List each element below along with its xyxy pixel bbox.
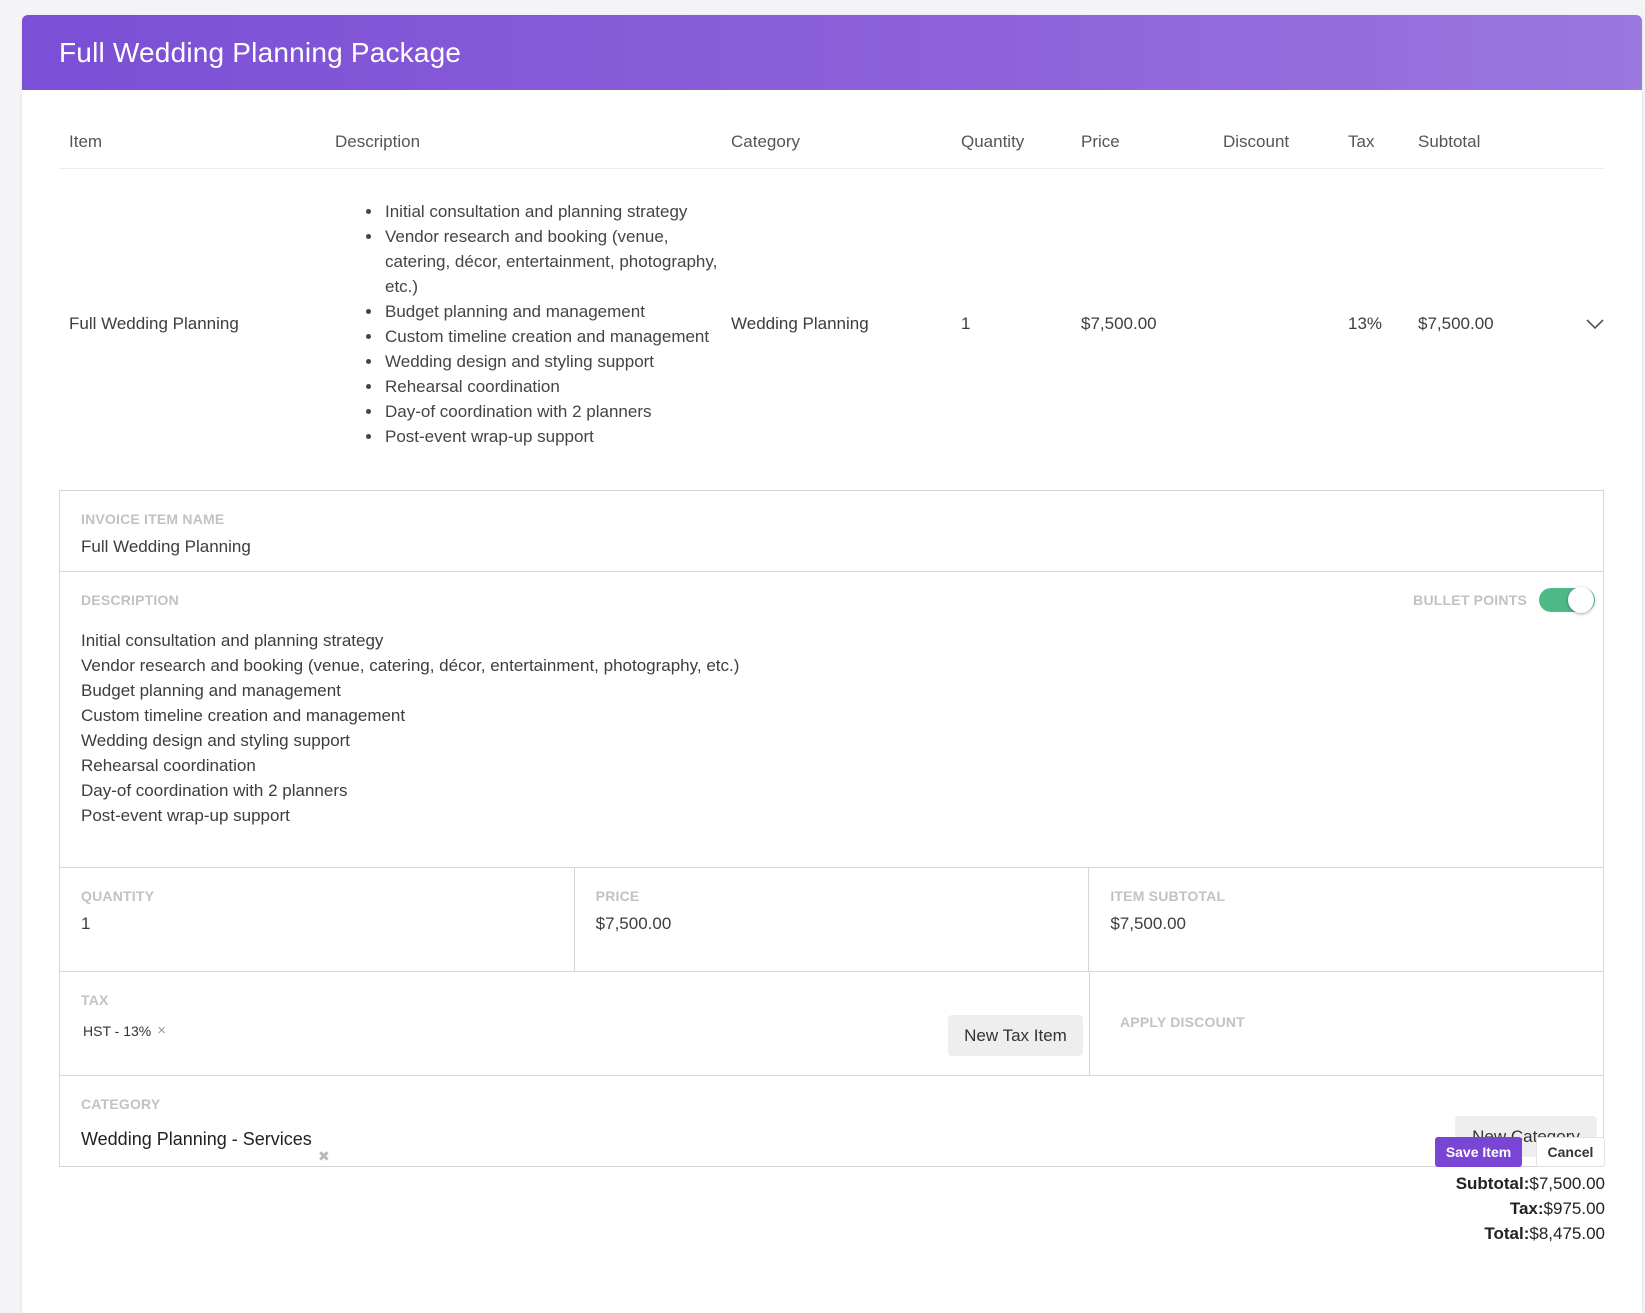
column-header-discount: Discount bbox=[1223, 132, 1290, 151]
row-tax: 13% bbox=[1348, 313, 1383, 333]
row-expand-toggle[interactable] bbox=[1548, 318, 1604, 330]
totals-summary: Subtotal:$7,500.00 Tax:$975.00 Total:$8,… bbox=[1456, 1171, 1605, 1246]
quantity-field[interactable]: QUANTITY 1 bbox=[60, 868, 575, 971]
description-line: Rehearsal coordination bbox=[81, 756, 256, 775]
invoice-item-card: Full Wedding Planning Package Item Descr… bbox=[22, 15, 1642, 1313]
price-field[interactable]: PRICE $7,500.00 bbox=[575, 868, 1090, 971]
bullet-points-toggle[interactable] bbox=[1539, 587, 1595, 613]
page-title: Full Wedding Planning Package bbox=[59, 36, 462, 68]
column-header-subtotal: Subtotal bbox=[1418, 132, 1481, 151]
total-label: Total: bbox=[1484, 1224, 1530, 1243]
tax-chip-label: HST - 13% bbox=[83, 1022, 152, 1039]
item-subtotal-field: ITEM SUBTOTAL $7,500.00 bbox=[1089, 868, 1603, 971]
item-name-field[interactable]: INVOICE ITEM NAME Full Wedding Planning bbox=[60, 491, 1603, 572]
column-header-tax: Tax bbox=[1348, 132, 1375, 151]
list-item: Initial consultation and planning strate… bbox=[383, 199, 721, 224]
list-item: Custom timeline creation and management bbox=[383, 324, 721, 349]
item-subtotal-label: ITEM SUBTOTAL bbox=[1110, 888, 1226, 904]
tax-total-value: $975.00 bbox=[1543, 1199, 1605, 1218]
list-item: Rehearsal coordination bbox=[383, 374, 721, 399]
row-item: Full Wedding Planning bbox=[69, 313, 239, 333]
total-line: Total:$8,475.00 bbox=[1456, 1221, 1605, 1246]
subtotal-label: Subtotal: bbox=[1455, 1174, 1530, 1193]
quantity-input[interactable]: 1 bbox=[81, 914, 553, 934]
amounts-row: QUANTITY 1 PRICE $7,500.00 ITEM SUBTOTAL… bbox=[60, 868, 1603, 972]
new-tax-item-button[interactable]: New Tax Item bbox=[948, 1015, 1083, 1056]
card-header: Full Wedding Planning Package bbox=[22, 15, 1642, 90]
apply-discount-label[interactable]: APPLY DISCOUNT bbox=[1120, 1014, 1573, 1030]
column-header-description: Description bbox=[335, 132, 421, 151]
column-header-category: Category bbox=[731, 132, 800, 151]
description-line: Wedding design and styling support bbox=[81, 731, 351, 750]
cancel-button[interactable]: Cancel bbox=[1536, 1137, 1605, 1167]
list-item: Vendor research and booking (venue, cate… bbox=[383, 224, 721, 299]
category-field[interactable]: CATEGORY Wedding Planning - Services ✖ N… bbox=[60, 1076, 1603, 1166]
bullet-points-label: BULLET POINTS bbox=[1413, 592, 1527, 608]
total-value: $8,475.00 bbox=[1529, 1224, 1605, 1243]
list-item: Day-of coordination with 2 planners bbox=[383, 399, 721, 424]
item-name-label: INVOICE ITEM NAME bbox=[81, 511, 225, 527]
row-category: Wedding Planning bbox=[731, 313, 869, 333]
description-textarea[interactable]: Initial consultation and planning strate… bbox=[81, 628, 1582, 828]
column-header-quantity: Quantity bbox=[961, 132, 1025, 151]
price-label: PRICE bbox=[595, 888, 640, 904]
tax-line: Tax:$975.00 bbox=[1456, 1196, 1605, 1221]
list-item: Post-event wrap-up support bbox=[383, 424, 721, 449]
row-description-list: Initial consultation and planning strate… bbox=[335, 199, 721, 449]
toggle-knob bbox=[1568, 587, 1594, 613]
description-field[interactable]: DESCRIPTION BULLET POINTS Initial consul… bbox=[60, 572, 1603, 868]
category-label: CATEGORY bbox=[81, 1096, 161, 1112]
row-price: $7,500.00 bbox=[1081, 313, 1157, 333]
form-actions: Save Item Cancel bbox=[1435, 1137, 1605, 1167]
items-table: Item Description Category Quantity Price… bbox=[59, 132, 1604, 478]
description-line: Vendor research and booking (venue, cate… bbox=[81, 656, 740, 675]
subtotal-line: Subtotal:$7,500.00 bbox=[1456, 1171, 1605, 1196]
apply-discount-field[interactable]: APPLY DISCOUNT bbox=[1090, 972, 1603, 1075]
description-line: Custom timeline creation and management bbox=[81, 706, 406, 725]
description-line: Post-event wrap-up support bbox=[81, 806, 290, 825]
description-line: Initial consultation and planning strate… bbox=[81, 631, 384, 650]
close-icon[interactable]: × bbox=[157, 1022, 166, 1039]
table-row[interactable]: Full Wedding Planning Initial consultati… bbox=[59, 169, 1604, 478]
row-subtotal: $7,500.00 bbox=[1418, 313, 1494, 333]
description-label: DESCRIPTION bbox=[81, 592, 179, 608]
chevron-down-icon[interactable] bbox=[1586, 318, 1604, 330]
list-item: Budget planning and management bbox=[383, 299, 721, 324]
quantity-label: QUANTITY bbox=[81, 888, 155, 904]
item-name-input[interactable]: Full Wedding Planning bbox=[81, 537, 1582, 557]
table-header: Item Description Category Quantity Price… bbox=[59, 132, 1604, 169]
category-select[interactable]: Wedding Planning - Services bbox=[81, 1129, 1582, 1150]
subtotal-value: $7,500.00 bbox=[1529, 1174, 1605, 1193]
column-header-price: Price bbox=[1081, 132, 1120, 151]
tax-total-label: Tax: bbox=[1509, 1199, 1544, 1218]
tax-discount-row: TAX HST - 13% × New Tax Item APPLY DISCO… bbox=[60, 972, 1603, 1076]
row-description: Initial consultation and planning strate… bbox=[335, 199, 721, 449]
bullet-points-control: BULLET POINTS bbox=[1413, 587, 1595, 613]
tax-field[interactable]: TAX HST - 13% × New Tax Item bbox=[60, 972, 1090, 1075]
close-icon[interactable]: ✖ bbox=[318, 1148, 330, 1165]
item-editor: INVOICE ITEM NAME Full Wedding Planning … bbox=[59, 490, 1604, 1167]
description-line: Budget planning and management bbox=[81, 681, 341, 700]
description-line: Day-of coordination with 2 planners bbox=[81, 781, 348, 800]
column-header-item: Item bbox=[69, 132, 103, 151]
row-quantity: 1 bbox=[961, 313, 971, 333]
price-input[interactable]: $7,500.00 bbox=[596, 914, 1068, 934]
list-item: Wedding design and styling support bbox=[383, 349, 721, 374]
tax-label: TAX bbox=[81, 992, 109, 1008]
item-subtotal-value: $7,500.00 bbox=[1110, 914, 1186, 933]
card-content: Item Description Category Quantity Price… bbox=[22, 132, 1642, 1167]
tax-chip: HST - 13% × bbox=[83, 1022, 166, 1039]
save-item-button[interactable]: Save Item bbox=[1435, 1137, 1522, 1167]
